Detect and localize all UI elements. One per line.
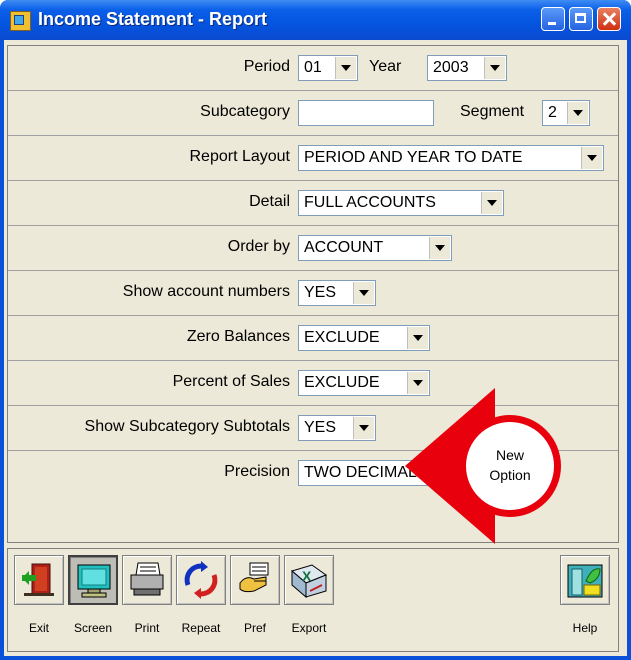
callout-text: New Option (470, 445, 550, 485)
callout-line-2: Option (489, 467, 531, 483)
new-option-callout (405, 388, 561, 544)
callout-line-1: New (495, 447, 524, 463)
